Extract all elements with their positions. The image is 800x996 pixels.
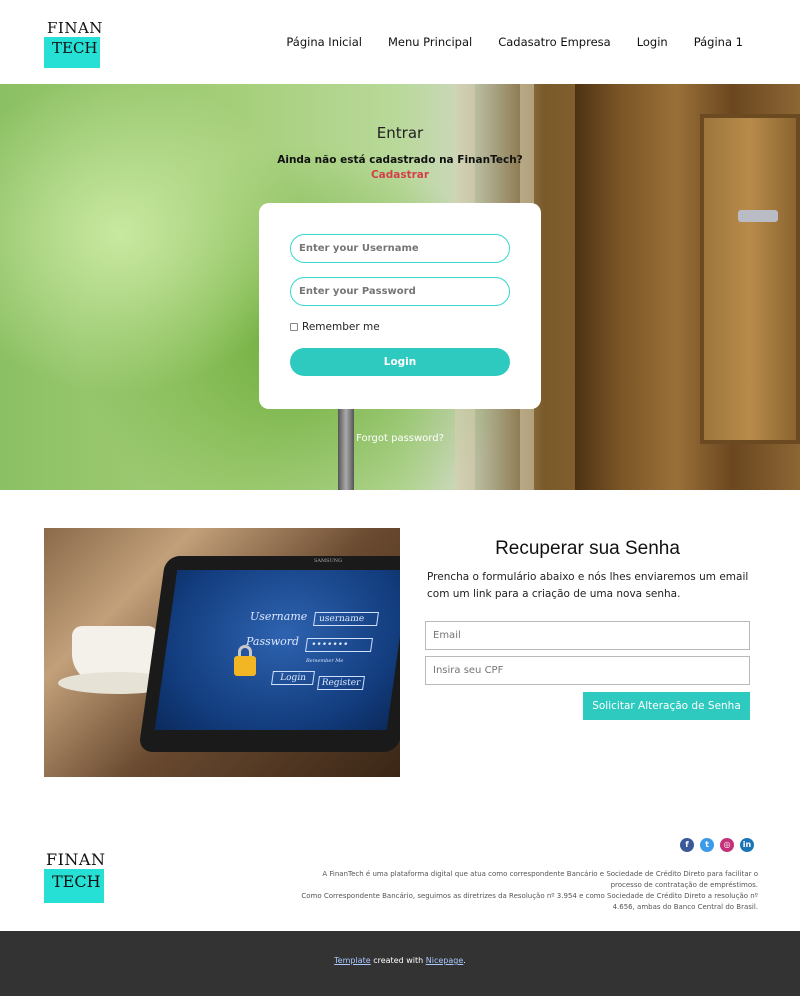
footer-logo[interactable]: FINAN TECH bbox=[44, 850, 106, 903]
cpf-input[interactable] bbox=[425, 656, 750, 685]
email-input[interactable] bbox=[425, 621, 750, 650]
logo-top-text: FINAN bbox=[47, 19, 103, 37]
tablet-login-image: SAMSUNG Username username Password •••••… bbox=[44, 528, 400, 777]
register-link[interactable]: Cadastrar bbox=[0, 169, 800, 181]
instagram-icon[interactable]: ◎ bbox=[720, 838, 734, 852]
tablet-login-btn: Login bbox=[271, 671, 315, 685]
brand-logo[interactable]: FINAN TECH bbox=[44, 19, 103, 68]
tablet-password-label: Password bbox=[246, 635, 300, 648]
recover-title: Recuperar sua Senha bbox=[495, 538, 680, 559]
tablet-username-box: username bbox=[313, 612, 379, 626]
tablet-username-label: Username bbox=[250, 610, 308, 623]
login-hero: Entrar Ainda não está cadastrado na Fina… bbox=[0, 84, 800, 490]
remember-label: Remember me bbox=[302, 321, 380, 333]
remember-me[interactable]: Remember me bbox=[290, 321, 380, 333]
padlock-icon bbox=[234, 656, 256, 676]
credit-middle-text: created with bbox=[373, 956, 424, 965]
tablet-remember-text: Remember Me bbox=[306, 658, 344, 664]
tablet-password-box: ••••••• bbox=[305, 638, 373, 652]
logo-top-text: FINAN bbox=[46, 850, 106, 869]
username-input[interactable] bbox=[290, 234, 510, 263]
signup-question: Ainda não está cadastrado na FinanTech? bbox=[277, 154, 523, 166]
nav-item-cadastro-empresa[interactable]: Cadasatro Empresa bbox=[498, 35, 611, 49]
remember-checkbox[interactable] bbox=[290, 323, 298, 331]
credit-line: Template created with Nicepage. bbox=[0, 956, 800, 965]
template-link[interactable]: Template bbox=[334, 956, 371, 965]
linkedin-icon[interactable]: in bbox=[740, 838, 754, 852]
request-password-change-button[interactable]: Solicitar Alteração de Senha bbox=[583, 692, 750, 720]
password-input[interactable] bbox=[290, 277, 510, 306]
forgot-password-link[interactable]: Forgot password? bbox=[0, 433, 800, 444]
tablet-register-btn: Register bbox=[317, 676, 365, 690]
facebook-icon[interactable]: f bbox=[680, 838, 694, 852]
social-links: f t ◎ in bbox=[680, 838, 754, 852]
recover-description: Prencha o formulário abaixo e nós lhes e… bbox=[427, 571, 749, 600]
nav-item-login[interactable]: Login bbox=[637, 35, 668, 49]
legal-paragraph-2: Como Correspondente Bancário, seguimos a… bbox=[301, 892, 758, 911]
legal-text: A FinanTech é uma plataforma digital que… bbox=[300, 869, 758, 913]
main-nav: Página Inicial Menu Principal Cadasatro … bbox=[286, 35, 743, 49]
site-header: FINAN TECH Página Inicial Menu Principal… bbox=[0, 0, 800, 84]
bottom-bar: Template created with Nicepage. bbox=[0, 931, 800, 996]
twitter-icon[interactable]: t bbox=[700, 838, 714, 852]
nicepage-link[interactable]: Nicepage bbox=[426, 956, 464, 965]
logo-bottom-text: TECH bbox=[44, 37, 100, 68]
nav-item-menu-principal[interactable]: Menu Principal bbox=[388, 35, 472, 49]
logo-bottom-text: TECH bbox=[44, 869, 104, 903]
login-button[interactable]: Login bbox=[290, 348, 510, 376]
login-card: Remember me Login bbox=[259, 203, 541, 409]
key-image bbox=[338, 408, 354, 490]
tablet-brand: SAMSUNG bbox=[314, 558, 343, 564]
door-handle bbox=[738, 210, 778, 222]
nav-item-pagina-1[interactable]: Página 1 bbox=[694, 35, 743, 49]
nav-item-pagina-inicial[interactable]: Página Inicial bbox=[286, 35, 362, 49]
login-title: Entrar bbox=[376, 124, 424, 142]
credit-end-text: . bbox=[463, 956, 466, 965]
legal-paragraph-1: A FinanTech é uma plataforma digital que… bbox=[322, 870, 758, 889]
